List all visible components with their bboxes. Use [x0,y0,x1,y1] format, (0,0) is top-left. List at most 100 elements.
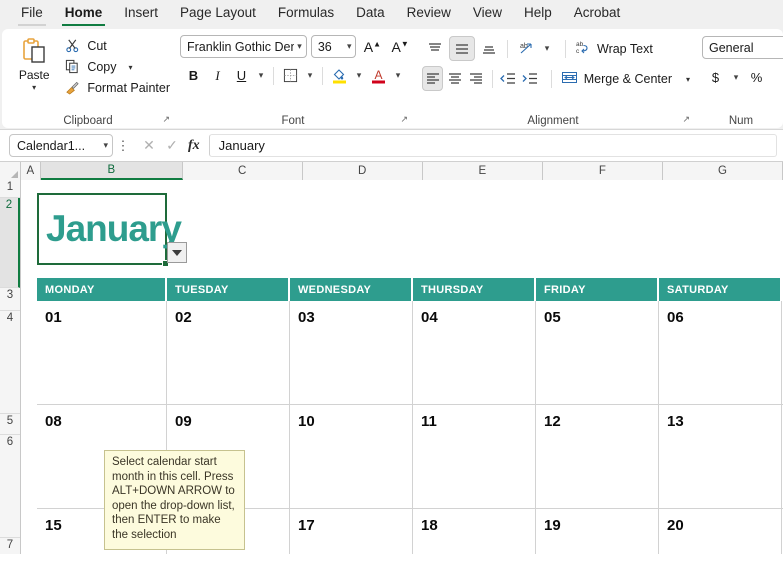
svg-text:c: c [576,48,580,55]
chevron-down-icon[interactable]: ▾ [32,84,36,92]
bold-button[interactable]: B [182,64,205,87]
formula-input[interactable]: January [208,134,777,157]
align-left-button[interactable] [422,66,444,91]
decrease-font-size-button[interactable]: A▼ [388,39,412,55]
column-header-b[interactable]: B [41,162,183,180]
font-color-button[interactable]: A [367,64,390,87]
copy-button[interactable]: Copy ▾ [60,57,174,76]
divider [491,69,493,88]
formula-bar-buttons: ✕ ✓ fx [133,137,209,154]
calendar-date-cell[interactable]: 06 [659,301,782,404]
row-header-4[interactable]: 4 [0,311,20,414]
data-validation-dropdown-button[interactable] [167,242,187,263]
italic-button[interactable]: I [206,64,229,87]
name-box[interactable]: Calendar1... ▾ [9,134,113,157]
calendar-date-cell[interactable]: 17 [290,509,413,554]
alignment-dialog-launcher-icon[interactable]: ↗ [682,114,690,125]
format-painter-button[interactable]: Format Painter [60,78,174,97]
calendar-date-cell[interactable]: 19 [536,509,659,554]
name-box-value: Calendar1... [17,138,86,153]
calendar-date-cell[interactable]: 01 [37,301,167,404]
clipboard-dialog-launcher-icon[interactable]: ↗ [162,114,170,125]
tab-review[interactable]: Review [396,2,462,28]
fill-color-button[interactable] [328,64,351,87]
name-box-chevron-down-icon[interactable]: ▾ [103,140,108,151]
align-bottom-button[interactable] [476,36,502,61]
calendar-date-cell[interactable]: 10 [290,405,413,508]
paste-button[interactable]: Paste ▾ [8,33,60,97]
orientation-chevron-down-icon[interactable]: ▾ [540,37,554,60]
font-name-chevron-down-icon[interactable]: ▾ [297,41,302,52]
column-header-a[interactable]: A [20,162,42,180]
column-header-row: A B C D E F G [0,162,783,180]
calendar-month-cell[interactable]: January [37,193,182,267]
number-format-combo[interactable]: General [702,36,783,59]
alignment-row-horizontal: Merge & Center ▾ [412,61,694,91]
tab-data[interactable]: Data [345,2,396,28]
calendar-date-cell[interactable]: 12 [536,405,659,508]
decrease-indent-button[interactable] [497,66,518,91]
copy-label: Copy [87,59,117,74]
tab-home[interactable]: Home [54,2,114,28]
font-size-chevron-down-icon[interactable]: ▾ [347,41,352,52]
tab-file[interactable]: File [10,2,54,28]
calendar-date-cell[interactable]: 11 [413,405,536,508]
align-center-button[interactable] [444,66,465,91]
row-header-2[interactable]: 2 [0,198,20,288]
confirm-edit-icon[interactable]: ✓ [165,137,179,154]
calendar-date-cell[interactable]: 04 [413,301,536,404]
tab-view[interactable]: View [462,2,513,28]
calendar-date-cell[interactable]: 05 [536,301,659,404]
align-middle-button[interactable] [449,36,475,61]
wrap-text-button[interactable]: ab c Wrap Text [571,37,657,60]
tab-acrobat[interactable]: Acrobat [563,2,632,28]
cancel-edit-icon[interactable]: ✕ [142,137,156,154]
tab-page-layout[interactable]: Page Layout [169,2,267,28]
select-all-button[interactable] [0,162,21,180]
font-color-chevron-down-icon[interactable]: ▾ [391,64,405,87]
column-header-e[interactable]: E [422,162,543,180]
row-header-3[interactable]: 3 [0,288,20,311]
formula-bar-options-icon[interactable]: ⋮ [113,138,133,154]
merge-center-chevron-down-icon[interactable]: ▾ [686,75,690,84]
calendar-date-cell[interactable]: 03 [290,301,413,404]
accounting-chevron-down-icon[interactable]: ▾ [729,66,743,89]
align-top-button[interactable] [422,36,448,61]
underline-button[interactable]: U [230,64,253,87]
tab-help[interactable]: Help [513,2,563,28]
borders-chevron-down-icon[interactable]: ▾ [303,64,317,87]
column-header-c[interactable]: C [182,162,303,180]
tab-formulas[interactable]: Formulas [267,2,345,28]
copy-chevron-down-icon[interactable]: ▾ [129,63,133,72]
calendar-month-title: January [46,208,182,249]
increase-indent-button[interactable] [519,66,540,91]
calendar-date-cell[interactable]: 18 [413,509,536,554]
merge-and-center-button[interactable]: Merge & Center ▾ [557,67,694,91]
divider [507,39,508,58]
underline-chevron-down-icon[interactable]: ▾ [254,64,268,87]
insert-function-icon[interactable]: fx [188,138,200,154]
calendar-date-cell[interactable]: 20 [659,509,782,554]
font-name-combo[interactable]: Franklin Gothic Dem ▾ [180,35,307,58]
increase-font-size-button[interactable]: A▲ [360,39,384,55]
column-header-f[interactable]: F [542,162,663,180]
font-size-combo[interactable]: 36 ▾ [310,35,357,58]
orientation-button[interactable]: ab [513,36,539,61]
calendar-date-cell[interactable]: 13 [659,405,782,508]
row-header-1[interactable]: 1 [0,180,20,198]
calendar-date-cell[interactable]: 02 [167,301,290,404]
row-header-7[interactable]: 7 [0,538,20,554]
column-header-g[interactable]: G [662,162,783,180]
font-dialog-launcher-icon[interactable]: ↗ [400,114,408,125]
row-header-6[interactable]: 6 [0,435,20,538]
borders-button[interactable] [279,64,302,87]
tab-insert[interactable]: Insert [113,2,169,28]
align-right-button[interactable] [466,66,487,91]
cut-button[interactable]: Cut [60,36,174,55]
percent-style-button[interactable]: % [745,66,768,89]
column-header-d[interactable]: D [302,162,423,180]
fill-color-chevron-down-icon[interactable]: ▾ [352,64,366,87]
row-header-5[interactable]: 5 [0,414,20,435]
accounting-format-button[interactable]: $ [704,66,727,89]
svg-text:ab: ab [520,43,528,50]
